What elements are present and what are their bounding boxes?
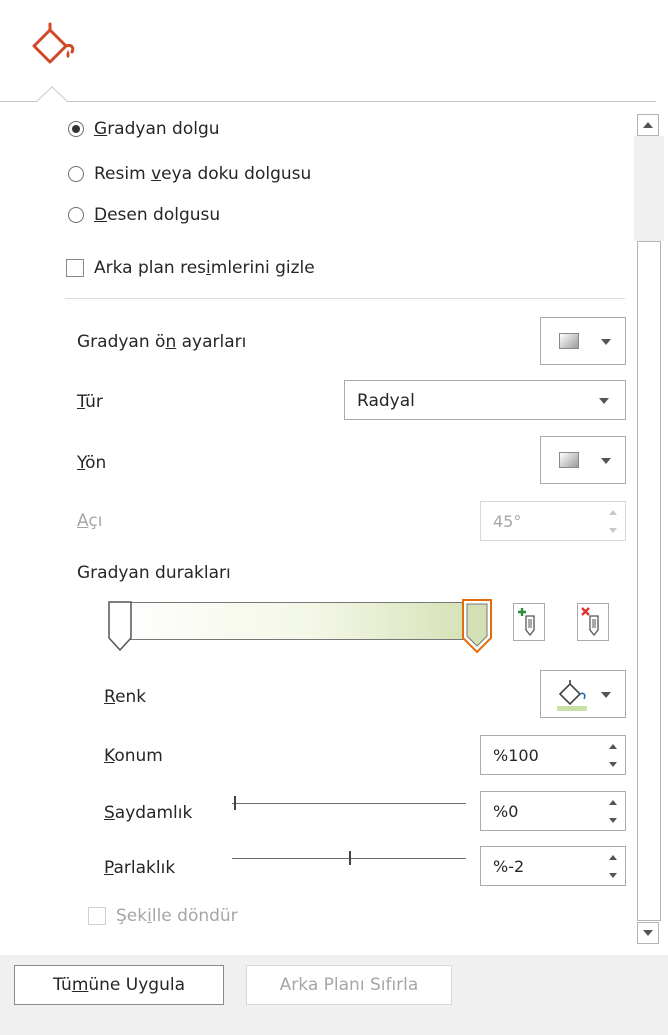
spin-down-icon: [609, 528, 617, 533]
header-divider: [0, 101, 656, 102]
remove-stop-icon: [581, 607, 599, 637]
radio-selected-dot: [72, 125, 80, 133]
scroll-thumb[interactable]: [637, 241, 661, 921]
angle-value: 45°: [493, 512, 522, 531]
spin-up-icon[interactable]: [609, 800, 617, 805]
chevron-down-icon: [601, 692, 611, 698]
gradient-presets-dropdown[interactable]: [540, 317, 626, 365]
scroll-down-button[interactable]: [637, 922, 659, 944]
position-label: Konum: [104, 746, 163, 766]
spin-up-icon: [609, 510, 617, 515]
gradient-presets-label: Gradyan ön ayarları: [77, 332, 247, 352]
type-select[interactable]: Radyal: [344, 380, 626, 420]
position-value: %100: [493, 746, 539, 765]
vertical-scrollbar[interactable]: [634, 114, 664, 947]
gradient-fill-radio[interactable]: Gradyan dolgu: [68, 117, 220, 141]
brightness-slider-thumb[interactable]: [349, 851, 351, 865]
checkbox-box: [88, 907, 106, 925]
angle-label: Açı: [77, 511, 103, 531]
pattern-fill-radio[interactable]: Desen dolgusu: [68, 203, 220, 227]
picture-fill-label: Resim veya doku dolgusu: [94, 164, 312, 184]
spin-up-icon[interactable]: [609, 855, 617, 860]
gradient-stop-0[interactable]: [106, 600, 136, 654]
gradient-swatch-icon: [559, 333, 579, 349]
apply-to-all-label: Tümüne Uygula: [52, 975, 185, 995]
chevron-down-icon: [601, 339, 611, 345]
hide-background-checkbox[interactable]: Arka plan resimlerini gizle: [66, 256, 315, 280]
brightness-spinner[interactable]: %-2: [480, 846, 626, 886]
radio-button[interactable]: [68, 207, 84, 223]
gradient-stops-bar[interactable]: [112, 602, 482, 640]
chevron-down-icon: [601, 458, 611, 464]
apply-to-all-button[interactable]: Tümüne Uygula: [14, 965, 224, 1005]
paint-bucket-icon[interactable]: [28, 22, 78, 72]
remove-stop-button[interactable]: [577, 603, 609, 641]
direction-label: Yön: [77, 453, 107, 473]
fill-color-icon: [557, 680, 587, 711]
brightness-label: Parlaklık: [104, 858, 176, 878]
hide-background-label: Arka plan resimlerini gizle: [94, 258, 315, 278]
reset-background-button: Arka Planı Sıfırla: [246, 965, 452, 1005]
gradient-stop-selected[interactable]: [460, 598, 494, 656]
spin-down-icon[interactable]: [609, 762, 617, 767]
spin-down-icon[interactable]: [609, 818, 617, 823]
add-stop-button[interactable]: [513, 603, 545, 641]
section-divider: [65, 298, 625, 299]
transparency-spinner[interactable]: %0: [480, 791, 626, 831]
direction-dropdown[interactable]: [540, 436, 626, 484]
scroll-track[interactable]: [634, 136, 664, 241]
transparency-slider-thumb[interactable]: [234, 796, 236, 810]
rotate-with-shape-label: Şekille döndür: [116, 906, 238, 926]
rotate-with-shape-checkbox: Şekille döndür: [88, 904, 238, 928]
reset-background-label: Arka Planı Sıfırla: [279, 975, 419, 995]
picture-fill-radio[interactable]: Resim veya doku dolgusu: [68, 162, 311, 186]
checkbox-box[interactable]: [66, 259, 84, 277]
radio-button[interactable]: [68, 166, 84, 182]
tab-pointer: [36, 86, 68, 102]
type-label: Tür: [77, 392, 103, 412]
type-select-value: Radyal: [357, 391, 415, 411]
direction-swatch-icon: [559, 452, 579, 468]
transparency-value: %0: [493, 802, 519, 821]
angle-spinner: 45°: [480, 501, 626, 541]
color-label: Renk: [104, 687, 147, 707]
scroll-up-button[interactable]: [637, 114, 659, 136]
triangle-down-icon: [643, 930, 653, 936]
triangle-up-icon: [643, 122, 653, 128]
brightness-value: %-2: [493, 857, 525, 876]
add-stop-icon: [518, 608, 535, 637]
transparency-label: Saydamlık: [104, 803, 193, 823]
transparency-slider-track[interactable]: [232, 803, 466, 804]
spin-down-icon[interactable]: [609, 873, 617, 878]
chevron-down-icon: [599, 398, 609, 404]
position-spinner[interactable]: %100: [480, 735, 626, 775]
gradient-fill-label: Gradyan dolgu: [94, 119, 220, 139]
pattern-fill-label: Desen dolgusu: [94, 205, 221, 225]
radio-button[interactable]: [68, 121, 84, 137]
color-picker-button[interactable]: [540, 670, 626, 718]
gradient-stops-label: Gradyan durakları: [77, 563, 231, 583]
spin-up-icon[interactable]: [609, 744, 617, 749]
